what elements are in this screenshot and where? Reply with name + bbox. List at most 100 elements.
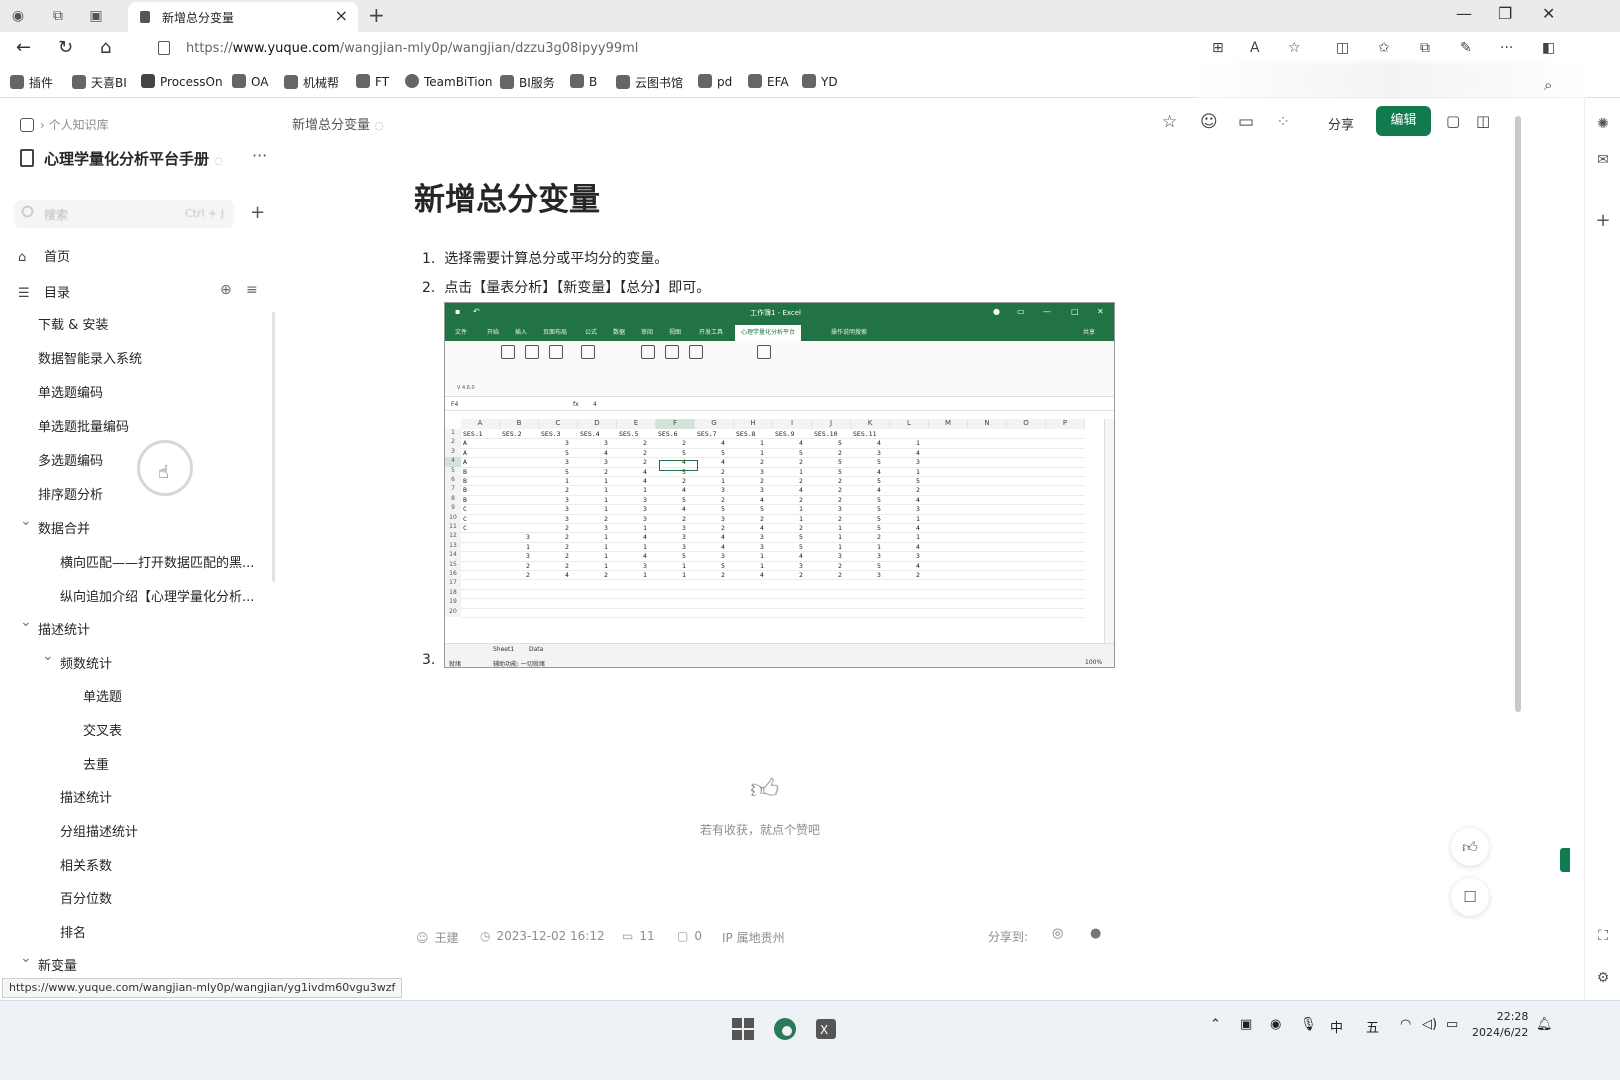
back-icon[interactable]: ← xyxy=(16,37,31,58)
tray-app-icon[interactable]: ▣ xyxy=(1240,1017,1252,1032)
workspaces-icon[interactable]: ⧉ xyxy=(48,6,68,26)
like-thumb-icon[interactable]: 👍︎ xyxy=(750,772,779,806)
comment-icon[interactable]: ▢ xyxy=(1446,112,1460,130)
screenshot-icon[interactable]: ⛶ xyxy=(1594,928,1612,946)
add-doc-icon[interactable]: + xyxy=(250,202,265,223)
new-tab-icon[interactable]: + xyxy=(368,3,385,27)
toc-item[interactable]: 排序题分析 xyxy=(38,484,103,503)
toc-item[interactable]: 百分位数 xyxy=(60,888,112,907)
excel-app-icon[interactable]: X xyxy=(814,1017,838,1041)
bookmark-item[interactable]: B xyxy=(570,74,597,89)
like-float-button[interactable]: 👍︎ xyxy=(1451,828,1489,866)
search-icon[interactable]: ⌕ xyxy=(1544,76,1552,94)
battery-icon[interactable]: ▭ xyxy=(1446,1017,1458,1032)
edge-browser-icon[interactable] xyxy=(773,1017,797,1041)
wifi-icon[interactable]: ◠ xyxy=(1400,1017,1411,1032)
notification-bell-icon[interactable]: 🔔︎ xyxy=(1536,1017,1553,1032)
favorites-icon[interactable]: ✩ xyxy=(1378,40,1390,56)
url-input[interactable]: https://www.yuque.com/wangjian-mly0p/wan… xyxy=(150,35,1210,63)
star-icon[interactable]: ☆ xyxy=(1162,112,1177,132)
extension-icon[interactable]: ✎ xyxy=(1460,40,1472,56)
toc-item[interactable]: 下载 & 安装 xyxy=(38,314,108,333)
sidebar-item-home[interactable]: ⌂ 首页 xyxy=(18,246,70,265)
excel-screenshot-image[interactable]: ▪ ↶ 工作簿1 - Excel ● ▭ — □ ✕ 文件 开始 插入 页面布局… xyxy=(444,302,1115,668)
tray-app-icon[interactable]: ◉ xyxy=(1270,1017,1281,1032)
add-sidebar-app-icon[interactable]: + xyxy=(1594,210,1612,231)
toc-item[interactable]: 新变量 xyxy=(20,950,77,974)
toc-item[interactable]: 分组描述统计 xyxy=(60,821,138,840)
locate-icon[interactable]: ⊕ xyxy=(220,282,232,298)
bookmark-item[interactable]: pd xyxy=(698,74,732,89)
toc-item[interactable]: 纵向追加介绍【心理学量化分析... xyxy=(60,586,254,605)
bookmark-item[interactable]: TeamBiTion xyxy=(405,74,493,89)
bookmark-item[interactable]: FT xyxy=(356,74,389,89)
bookmark-item[interactable]: OA xyxy=(232,74,268,89)
split-screen-icon[interactable]: ◫ xyxy=(1336,40,1349,56)
profile-icon[interactable]: ◉ xyxy=(8,6,28,26)
present-icon[interactable]: ▭ xyxy=(1238,112,1254,132)
toc-item[interactable]: 单选题批量编码 xyxy=(38,416,129,435)
toc-item[interactable]: 数据智能录入系统 xyxy=(38,348,142,367)
bookmark-item[interactable]: 机械帮 xyxy=(284,74,339,91)
close-window-icon[interactable]: ✕ xyxy=(1542,4,1555,23)
bookmark-item[interactable]: BI服务 xyxy=(500,74,555,91)
bookmark-item[interactable]: ProcessOn xyxy=(141,74,223,89)
layout-icon[interactable]: ◫ xyxy=(1476,112,1490,130)
toc-item[interactable]: 单选题 xyxy=(83,686,122,705)
apps-icon[interactable]: ⁘ xyxy=(1276,112,1290,132)
author[interactable]: ☺ 王建 xyxy=(416,929,459,946)
share-button[interactable]: 分享 xyxy=(1328,114,1354,133)
browser-tab-active[interactable]: 新增总分变量 × xyxy=(128,2,358,32)
bookmark-item[interactable]: 天喜BI xyxy=(72,74,127,91)
toc-item[interactable]: 去重 xyxy=(83,754,109,773)
ime-mode[interactable]: 中 xyxy=(1330,1017,1343,1036)
bookmark-item[interactable]: 插件 xyxy=(10,74,53,91)
bookmark-item[interactable]: YD xyxy=(802,74,838,89)
minimize-icon[interactable]: — xyxy=(1456,4,1472,23)
comment-float-button[interactable]: ☐ xyxy=(1451,878,1489,916)
toc-collapse-icon[interactable]: ≡ xyxy=(246,282,258,298)
favorite-star-icon[interactable]: ☆ xyxy=(1288,40,1301,56)
toc-item[interactable]: 横向匹配——打开数据匹配的黑... xyxy=(60,552,254,571)
start-windows-icon[interactable] xyxy=(731,1017,755,1041)
volume-icon[interactable]: ◁) xyxy=(1422,1017,1437,1032)
sidebar-toggle-icon[interactable]: ◧ xyxy=(1542,40,1555,56)
toc-item[interactable]: 多选题编码 xyxy=(38,450,103,469)
toc-item[interactable]: 单选题编码 xyxy=(38,382,103,401)
sidebar-item-toc[interactable]: ☰ 目录 xyxy=(18,282,70,301)
bookmark-item[interactable]: EFA xyxy=(748,74,789,89)
weibo-icon[interactable]: ◎ xyxy=(1052,926,1063,941)
kb-more-icon[interactable]: ··· xyxy=(252,146,267,165)
system-clock[interactable]: 22:28 2024/6/22 xyxy=(1472,1009,1528,1041)
toc-item[interactable]: 频数统计 xyxy=(42,648,112,672)
refresh-icon[interactable]: ↻ xyxy=(58,37,73,58)
copilot-icon[interactable]: ✺ xyxy=(1594,116,1612,134)
home-icon[interactable]: ⌂ xyxy=(100,37,111,58)
wechat-icon[interactable]: ● xyxy=(1090,926,1101,941)
side-tab-handle[interactable] xyxy=(1560,848,1570,872)
collections-icon[interactable]: ⧉ xyxy=(1420,40,1430,56)
outlook-icon[interactable]: ✉ xyxy=(1594,152,1612,170)
microphone-icon[interactable]: 🎙︎ xyxy=(1300,1017,1317,1032)
search-input[interactable]: 搜索 Ctrl + J xyxy=(14,200,234,228)
ime-input-method[interactable]: 五 xyxy=(1366,1017,1379,1036)
settings-icon[interactable]: ⚙ xyxy=(1594,970,1612,988)
more-menu-icon[interactable]: ··· xyxy=(1500,40,1513,56)
toc-item[interactable]: 描述统计 xyxy=(20,614,90,638)
tray-overflow-icon[interactable]: ⌃ xyxy=(1210,1017,1221,1032)
toc-item[interactable]: 描述统计 xyxy=(60,787,112,806)
doc-scrollbar[interactable] xyxy=(1515,116,1521,712)
app-available-icon[interactable]: ⊞ xyxy=(1212,40,1224,56)
toc-item[interactable]: 排名 xyxy=(60,922,86,941)
restore-icon[interactable]: ❐ xyxy=(1498,4,1512,23)
read-aloud-icon[interactable]: A xyxy=(1250,40,1260,56)
breadcrumb[interactable]: › 个人知识库 xyxy=(20,116,109,133)
tab-actions-icon[interactable]: ▣ xyxy=(86,6,106,26)
toc-item[interactable]: 数据合并 xyxy=(20,513,90,537)
toc-item[interactable]: 相关系数 xyxy=(60,855,112,874)
close-tab-icon[interactable]: × xyxy=(335,6,348,25)
edit-button[interactable]: 编辑 xyxy=(1376,106,1431,136)
sidebar-scrollbar[interactable] xyxy=(272,312,275,582)
bookmark-item[interactable]: 云图书馆 xyxy=(616,74,683,91)
collaborator-icon[interactable]: ☺ xyxy=(1200,112,1218,132)
